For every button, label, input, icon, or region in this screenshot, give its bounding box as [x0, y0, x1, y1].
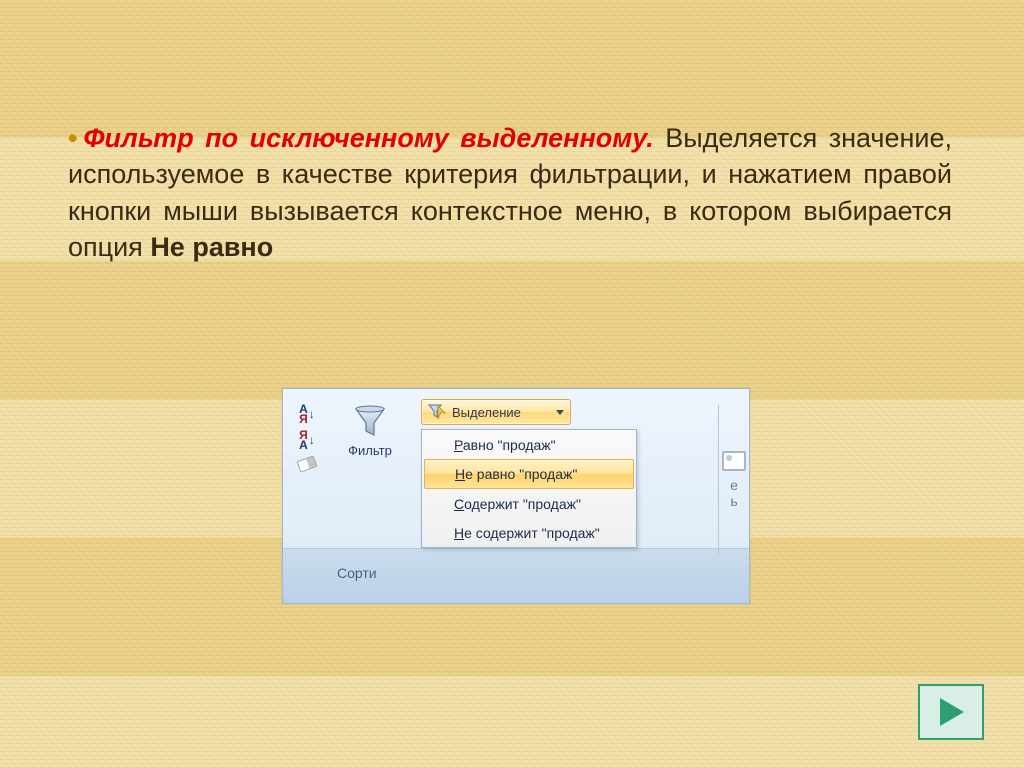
filter-label: Фильтр [335, 443, 405, 458]
sort-group-label: Сорти [337, 565, 377, 581]
play-icon [934, 695, 968, 729]
sort-buttons-group: АЯ ↓ ЯА ↓ [295, 403, 323, 473]
ribbon-screenshot: АЯ ↓ ЯА ↓ [282, 388, 750, 604]
sort-asc-button[interactable]: АЯ ↓ [295, 403, 319, 425]
ribbon-right-clip: е ь [718, 405, 749, 555]
menu-item-not-contains[interactable]: Не содержит "продаж" [422, 518, 636, 547]
selection-dropdown-menu: Равно "продаж" Не равно "продаж" Содержи… [421, 429, 637, 548]
sort-desc-button[interactable]: ЯА ↓ [295, 429, 319, 451]
menu-item-equals[interactable]: Равно "продаж" [422, 430, 636, 459]
body-text: •Фильтр по исключенному выделенному. Выд… [68, 120, 952, 266]
next-slide-button[interactable] [918, 684, 984, 740]
title-phrase: Фильтр по исключенному выделенному. [83, 123, 653, 153]
slide: •Фильтр по исключенному выделенному. Выд… [0, 0, 1024, 768]
bullet: • [68, 123, 83, 153]
clear-sort-button[interactable] [295, 455, 319, 473]
funnel-icon [352, 403, 388, 439]
filter-button[interactable]: Фильтр [335, 399, 405, 458]
selection-dropdown-button[interactable]: Выделение [421, 399, 571, 425]
selection-filter-icon [428, 404, 446, 420]
chevron-down-icon [556, 410, 564, 415]
menu-item-contains[interactable]: Содержит "продаж" [422, 489, 636, 518]
arrow-down-icon: ↓ [309, 407, 315, 421]
bold-option: Не равно [150, 232, 273, 262]
selection-label: Выделение [452, 405, 521, 420]
menu-item-not-equals[interactable]: Не равно "продаж" [424, 459, 634, 489]
contact-card-icon [722, 451, 746, 471]
eraser-icon [296, 455, 317, 472]
sort-asc-icon: АЯ [299, 404, 308, 424]
arrow-down-icon: ↓ [309, 433, 315, 447]
sort-desc-icon: ЯА [299, 430, 308, 450]
